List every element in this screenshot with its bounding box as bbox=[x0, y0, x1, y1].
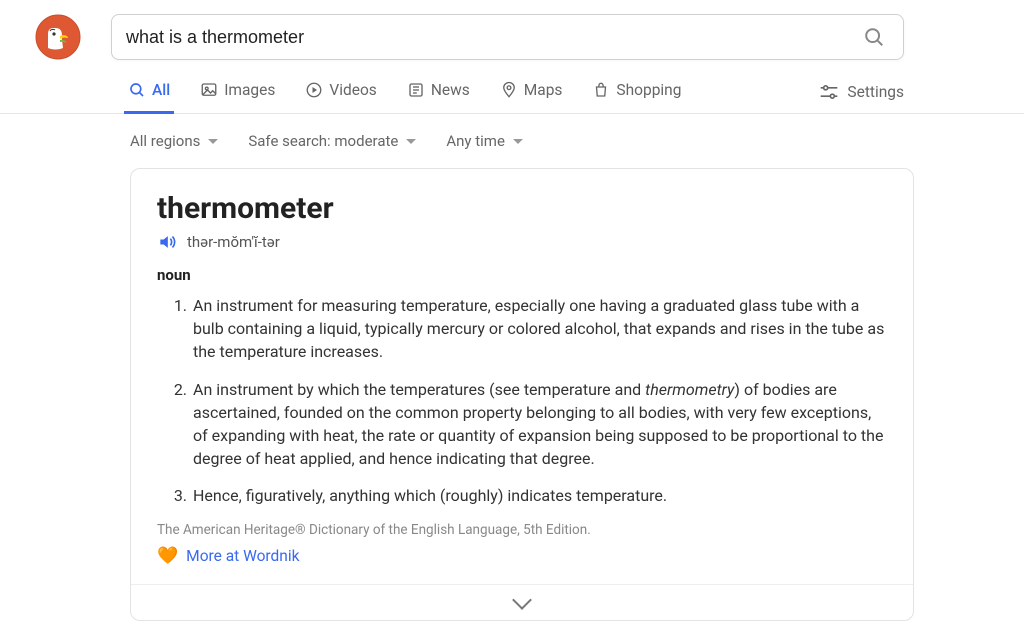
more-at-wordnik-link[interactable]: More at Wordnik bbox=[186, 547, 299, 565]
tab-all-label: All bbox=[152, 81, 170, 99]
time-filter-label: Any time bbox=[446, 132, 505, 150]
chevron-down-icon bbox=[406, 139, 416, 144]
search-button[interactable] bbox=[859, 22, 889, 52]
search-tabs: All Images Videos News Maps Shopping Set… bbox=[0, 70, 1024, 114]
tab-shopping-label: Shopping bbox=[616, 81, 681, 99]
part-of-speech: noun bbox=[157, 266, 887, 284]
search-bar bbox=[111, 14, 904, 60]
tab-news[interactable]: News bbox=[403, 70, 474, 114]
pronounce-button[interactable] bbox=[157, 232, 177, 252]
region-filter-label: All regions bbox=[130, 132, 200, 150]
definition-source: The American Heritage® Dictionary of the… bbox=[157, 522, 887, 538]
image-icon bbox=[200, 81, 218, 99]
map-pin-icon bbox=[500, 81, 518, 99]
tab-images-label: Images bbox=[224, 81, 275, 99]
search-icon bbox=[128, 81, 146, 99]
tab-maps-label: Maps bbox=[524, 81, 563, 99]
settings-label: Settings bbox=[847, 83, 904, 101]
duckduckgo-logo[interactable] bbox=[35, 14, 81, 60]
time-filter[interactable]: Any time bbox=[446, 132, 523, 150]
settings-link[interactable]: Settings bbox=[819, 83, 904, 101]
definition-item: An instrument by which the temperatures … bbox=[191, 378, 887, 471]
audio-icon bbox=[157, 232, 177, 252]
definition-item: An instrument for measuring temperature,… bbox=[191, 294, 887, 364]
tab-videos[interactable]: Videos bbox=[301, 70, 380, 114]
expand-button[interactable] bbox=[131, 584, 913, 620]
region-filter[interactable]: All regions bbox=[130, 132, 218, 150]
search-input[interactable] bbox=[126, 27, 859, 48]
pronunciation-text: thər-mŏm′ĭ-tər bbox=[187, 233, 280, 251]
settings-icon bbox=[819, 83, 839, 101]
tab-all[interactable]: All bbox=[124, 70, 174, 114]
news-icon bbox=[407, 81, 425, 99]
safesearch-filter-label: Safe search: moderate bbox=[248, 132, 398, 150]
tab-videos-label: Videos bbox=[329, 81, 376, 99]
chevron-down-icon bbox=[513, 139, 523, 144]
definition-list: An instrument for measuring temperature,… bbox=[157, 294, 887, 508]
tab-news-label: News bbox=[431, 81, 470, 99]
tab-shopping[interactable]: Shopping bbox=[588, 70, 685, 114]
search-icon bbox=[863, 26, 885, 48]
safesearch-filter[interactable]: Safe search: moderate bbox=[248, 132, 416, 150]
chevron-down-icon bbox=[512, 590, 532, 610]
definition-word: thermometer bbox=[157, 191, 887, 226]
shopping-icon bbox=[592, 81, 610, 99]
video-icon bbox=[305, 81, 323, 99]
definition-card: thermometer thər-mŏm′ĭ-tər noun An instr… bbox=[130, 168, 914, 621]
tab-maps[interactable]: Maps bbox=[496, 70, 567, 114]
chevron-down-icon bbox=[208, 139, 218, 144]
heart-icon: 🧡 bbox=[157, 546, 178, 566]
definition-item: Hence, figuratively, anything which (rou… bbox=[191, 484, 887, 507]
filters-row: All regions Safe search: moderate Any ti… bbox=[0, 114, 1024, 164]
tab-images[interactable]: Images bbox=[196, 70, 279, 114]
